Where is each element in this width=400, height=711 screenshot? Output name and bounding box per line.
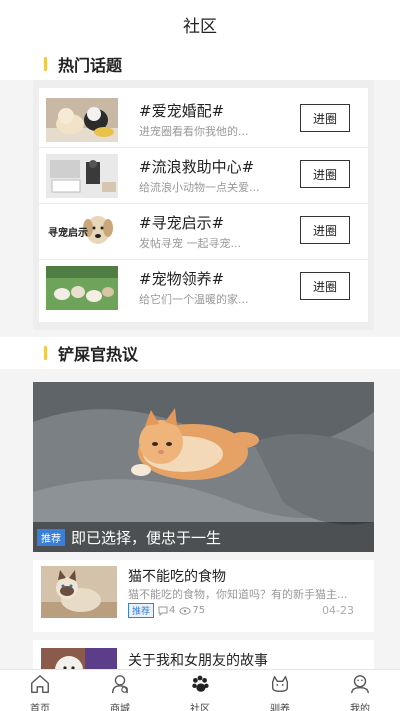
featured-banner[interactable]: 推荐 即已选择，便忠于一生 — [33, 382, 374, 552]
post-date: 04-23 — [322, 604, 354, 617]
post-meta: 推荐 4 75 — [128, 603, 205, 618]
accent-bar — [44, 57, 47, 71]
bottom-tab-bar: 首页 商城 社区 驯养 我的 — [0, 669, 400, 711]
home-icon — [29, 673, 51, 699]
recommend-badge: 推荐 — [37, 528, 65, 546]
hot-topics-header: 热门话题 — [0, 48, 400, 80]
topic-description: 给流浪小动物一点关爱... — [139, 181, 260, 194]
post-thumbnail-image — [41, 566, 117, 618]
hot-topics-title: 热门话题 — [58, 56, 123, 75]
post-item[interactable]: 关于我和女朋友的故事 — [33, 640, 374, 669]
accent-bar — [44, 346, 47, 360]
view-icon — [179, 606, 191, 616]
view-count: 75 — [192, 605, 206, 616]
topic-name: #爱宠婚配# — [139, 102, 225, 120]
topic-row-pet-matchmaking[interactable]: #爱宠婚配# 进宠圈看看你我他的... 进圈 — [39, 92, 368, 148]
dog-icon — [269, 673, 291, 699]
comment-count: 4 — [169, 605, 176, 616]
topic-thumbnail-image — [46, 154, 118, 198]
tab-label: 我的 — [350, 704, 370, 711]
topic-name: #宠物领养# — [139, 270, 225, 288]
post-title: 猫不能吃的食物 — [128, 569, 226, 585]
topic-description: 进宠圈看看你我他的... — [139, 125, 249, 138]
tab-label: 商城 — [110, 704, 130, 711]
join-circle-button[interactable]: 进圈 — [300, 104, 350, 132]
tab-training[interactable]: 驯养 — [240, 670, 320, 711]
topic-thumbnail-image: 寻宠启示 — [46, 210, 118, 254]
top-bar: 社区 — [0, 0, 400, 48]
join-circle-button[interactable]: 进圈 — [300, 216, 350, 244]
join-circle-button[interactable]: 进圈 — [300, 160, 350, 188]
page-title: 社区 — [183, 16, 217, 37]
tab-shop[interactable]: 商城 — [80, 670, 160, 711]
tab-community[interactable]: 社区 — [160, 670, 240, 711]
discussion-header: 铲屎官热议 — [0, 337, 400, 369]
topic-description: 给它们一个温暖的家... — [139, 293, 249, 306]
tab-label: 社区 — [190, 704, 210, 711]
banner-caption: 即已选择，便忠于一生 — [71, 528, 222, 547]
join-circle-button[interactable]: 进圈 — [300, 272, 350, 300]
post-title: 关于我和女朋友的故事 — [128, 653, 268, 669]
shop-icon — [109, 673, 131, 699]
topic-row-stray-rescue[interactable]: #流浪救助中心# 给流浪小动物一点关爱... 进圈 — [39, 148, 368, 204]
topic-name: #流浪救助中心# — [139, 158, 255, 176]
topic-thumbnail-image — [46, 98, 118, 142]
recommend-badge: 推荐 — [128, 603, 155, 618]
thumbnail-caption: 寻宠启示 — [48, 228, 88, 239]
tab-label: 首页 — [30, 704, 50, 711]
topic-row-adoption[interactable]: #宠物领养# 给它们一个温暖的家... 进圈 — [39, 260, 368, 316]
paw-icon — [189, 673, 211, 699]
user-icon — [349, 673, 371, 699]
post-item[interactable]: 猫不能吃的食物 猫不能吃的食物，你知道吗？有的新手猫主... 推荐 4 75 0… — [33, 560, 374, 632]
topic-description: 发帖寻宠 一起寻宠... — [139, 237, 241, 250]
topic-name: #寻宠启示# — [139, 214, 225, 232]
tab-label: 驯养 — [270, 704, 290, 711]
discussion-title: 铲屎官热议 — [58, 345, 139, 364]
hot-topics-list: #爱宠婚配# 进宠圈看看你我他的... 进圈 #流浪救助中心# 给流浪小动物一点… — [33, 80, 374, 330]
post-thumbnail-image — [41, 648, 117, 669]
tab-profile[interactable]: 我的 — [320, 670, 400, 711]
comment-icon — [158, 606, 168, 616]
topic-row-lost-pet[interactable]: 寻宠启示 #寻宠启示# 发帖寻宠 一起寻宠... 进圈 — [39, 204, 368, 260]
banner-caption-bar: 推荐 即已选择，便忠于一生 — [33, 522, 374, 552]
tab-home[interactable]: 首页 — [0, 670, 80, 711]
topic-thumbnail-image — [46, 266, 118, 310]
post-excerpt: 猫不能吃的食物，你知道吗？有的新手猫主... — [128, 588, 348, 601]
